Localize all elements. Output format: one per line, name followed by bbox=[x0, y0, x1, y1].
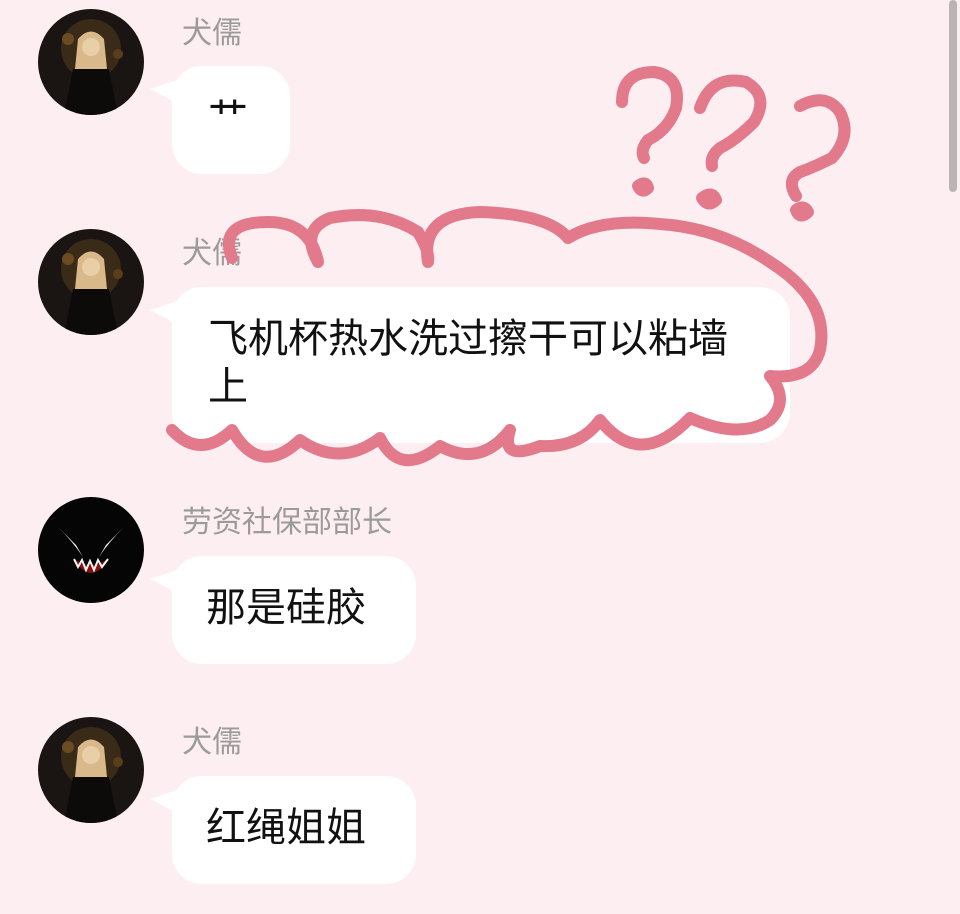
chat-window: 犬儒 艹 犬儒 飞机杯热水洗过擦干可以粘墙上 劳资社保部部长 那是硅胶 犬儒 红… bbox=[0, 0, 960, 914]
message-bubble[interactable]: 红绳姐姐 bbox=[172, 776, 416, 884]
anime-girl-avatar-icon bbox=[38, 9, 144, 115]
sender-name: 劳资社保部部长 bbox=[182, 505, 392, 540]
avatar[interactable] bbox=[38, 717, 144, 823]
message-bubble[interactable]: 那是硅胶 bbox=[172, 556, 416, 664]
avatar[interactable] bbox=[38, 497, 144, 603]
message-text: 飞机杯热水洗过擦干可以粘墙上 bbox=[208, 316, 728, 410]
message-bubble[interactable]: 飞机杯热水洗过擦干可以粘墙上 bbox=[172, 287, 790, 443]
sender-name: 犬儒 bbox=[182, 16, 242, 51]
avatar[interactable] bbox=[38, 9, 144, 115]
handdrawn-annotation bbox=[166, 66, 851, 467]
anime-girl-avatar-icon bbox=[38, 229, 144, 335]
sender-name: 犬儒 bbox=[182, 236, 242, 271]
venom-avatar-icon bbox=[38, 497, 144, 603]
scrollbar[interactable] bbox=[949, 0, 957, 192]
avatar[interactable] bbox=[38, 229, 144, 335]
message-text: 红绳姐姐 bbox=[206, 805, 366, 851]
sender-name: 犬儒 bbox=[182, 725, 242, 760]
message-text: 艹 bbox=[208, 95, 248, 141]
anime-girl-avatar-icon bbox=[38, 717, 144, 823]
message-text: 那是硅胶 bbox=[206, 585, 366, 631]
message-bubble[interactable]: 艹 bbox=[172, 66, 290, 174]
